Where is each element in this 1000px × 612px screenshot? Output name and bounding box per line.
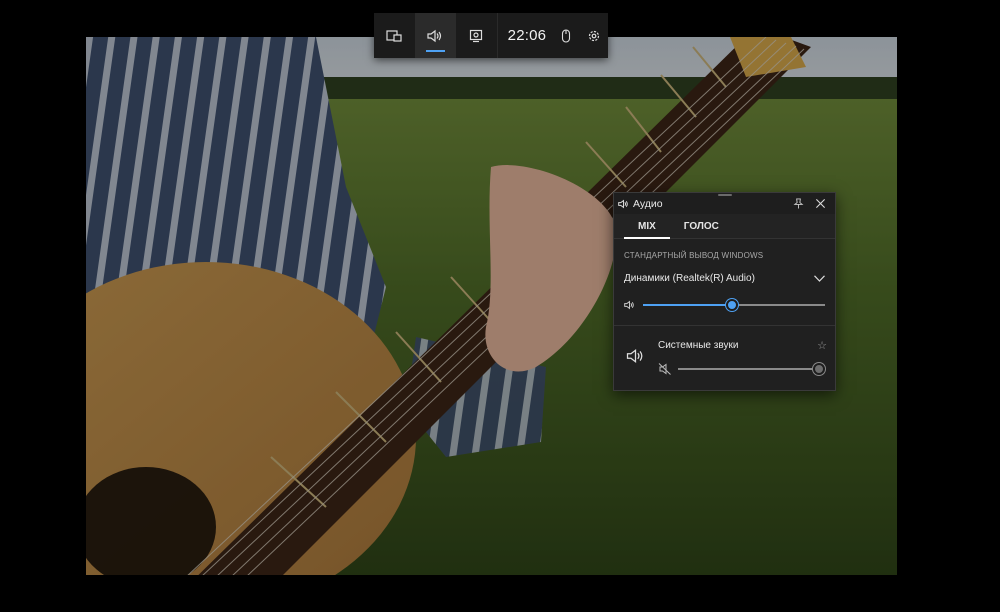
mouse-icon (562, 28, 571, 43)
tab-voice[interactable]: ГОЛОС (670, 221, 733, 238)
system-sounds-speaker-icon (626, 349, 643, 363)
slider-fill (643, 304, 733, 306)
settings-button[interactable] (580, 13, 608, 58)
section-title: СТАНДАРТНЫЙ ВЫВОД WINDOWS (624, 251, 764, 260)
app-mix-row: Системные звуки ☆ (614, 326, 835, 390)
clock: 22:06 (507, 27, 547, 44)
capture-widget-button[interactable] (456, 13, 497, 58)
panel-header: Аудио (614, 193, 835, 214)
master-volume-slider[interactable] (643, 299, 825, 311)
panel-drag-handle[interactable] (718, 194, 732, 196)
gear-icon (588, 30, 600, 41)
pin-icon (793, 198, 803, 209)
app-name: Системные звуки (658, 340, 739, 351)
master-volume-row (624, 299, 825, 311)
panel-tabs: MIX ГОЛОС (614, 214, 835, 239)
system-sounds-volume-slider[interactable] (678, 363, 825, 375)
chevron-down-icon (814, 274, 825, 282)
widget-menu-button[interactable] (374, 13, 415, 58)
pin-button[interactable] (789, 195, 807, 213)
close-button[interactable] (811, 195, 829, 213)
close-icon (815, 198, 825, 209)
device-name: Динамики (Realtek(R) Audio) (624, 272, 755, 284)
capture-icon (470, 29, 483, 42)
tab-mix[interactable]: MIX (624, 221, 670, 239)
slider-track (678, 368, 825, 370)
game-bar: 22:06 (374, 13, 608, 58)
output-device-select[interactable]: Динамики (Realtek(R) Audio) (624, 271, 825, 285)
mouse-button[interactable] (552, 13, 580, 58)
slider-thumb[interactable] (726, 299, 739, 311)
speaker-icon (624, 300, 634, 310)
audio-widget-button[interactable] (414, 13, 456, 58)
favorite-star-icon[interactable]: ☆ (817, 339, 827, 352)
slider-thumb[interactable] (813, 363, 825, 375)
panel-title: Аудио (633, 197, 663, 210)
audio-panel: Аудио MIX ГОЛОС СТАНДАРТНЫЙ ВЫВОД WINDOW… (613, 192, 836, 391)
widget-menu-icon (386, 29, 403, 42)
audio-icon (618, 199, 628, 208)
audio-icon (427, 29, 442, 42)
muted-speaker-icon[interactable] (658, 362, 672, 376)
